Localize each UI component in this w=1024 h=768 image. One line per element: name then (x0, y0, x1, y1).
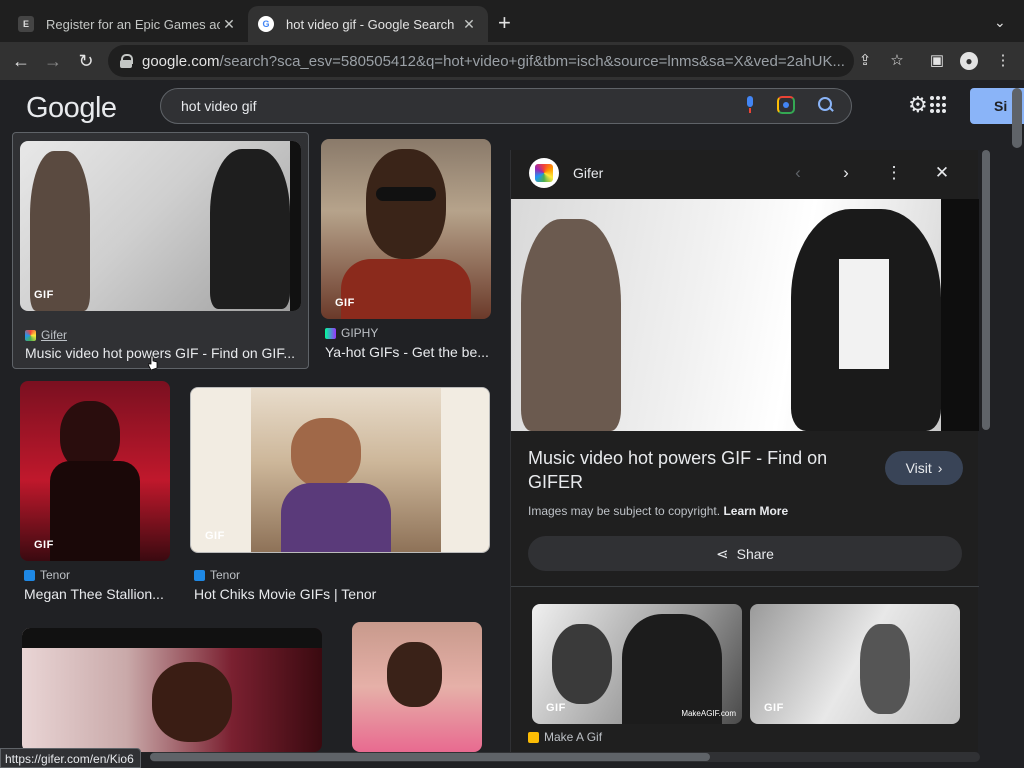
tab-strip: E Register for an Epic Games acc ✕ G hot… (0, 0, 1024, 46)
result-caption[interactable]: Music video hot powers GIF - Find on GIF… (25, 345, 303, 361)
share-button[interactable]: ⋖ Share (528, 536, 962, 571)
share-page-icon[interactable]: ⇪ (856, 52, 874, 70)
preview-title[interactable]: Music video hot powers GIF - Find on GIF… (528, 446, 848, 494)
lock-icon[interactable] (120, 54, 133, 68)
result-caption[interactable]: Megan Thee Stallion... (24, 586, 170, 602)
learn-more-link[interactable]: Learn More (723, 504, 788, 518)
horizontal-scrollbar-thumb[interactable] (150, 753, 710, 761)
visit-button[interactable]: Visit › (885, 451, 963, 485)
close-icon[interactable]: ✕ (932, 163, 952, 183)
google-icon: G (258, 16, 274, 32)
image-results-grid: GIF Gifer Music video hot powers GIF - F… (0, 132, 506, 752)
result-thumbnail[interactable]: GIF (190, 387, 490, 553)
chevron-right-icon: › (937, 460, 943, 476)
result-card-gifer[interactable]: GIF Gifer Music video hot powers GIF - F… (12, 132, 309, 369)
copyright-notice: Images may be subject to copyright. Lear… (528, 504, 789, 518)
related-image[interactable]: GIF MakeAGIF.com (532, 604, 742, 724)
result-thumbnail[interactable] (352, 622, 482, 752)
close-tab-icon[interactable]: ✕ (460, 16, 478, 33)
search-icon[interactable] (817, 96, 835, 114)
hand-cursor-icon (148, 356, 158, 370)
result-source[interactable]: Tenor (194, 568, 240, 582)
search-query: hot video gif (181, 98, 257, 114)
result-thumbnail[interactable]: GIF (20, 141, 301, 311)
panel-header: Gifer ‹ › ⋮ ✕ (511, 150, 979, 199)
settings-gear-icon[interactable]: ⚙ (908, 92, 928, 118)
result-source[interactable]: Tenor (24, 568, 70, 582)
result-caption[interactable]: Hot Chiks Movie GIFs | Tenor (194, 586, 490, 602)
gif-badge: GIF (34, 539, 54, 551)
gif-badge: GIF (34, 289, 54, 301)
related-source[interactable]: Make A Gif (528, 730, 602, 744)
related-image[interactable]: GIF (750, 604, 960, 724)
side-panel-icon[interactable]: ▣ (928, 52, 946, 70)
image-preview-panel: Gifer ‹ › ⋮ ✕ Music video hot powers GIF… (510, 150, 979, 752)
result-card-giphy[interactable]: GIF GIPHY Ya-hot GIFs - Get the be... (320, 138, 492, 363)
result-source[interactable]: GIPHY (325, 326, 378, 340)
gif-badge: GIF (205, 530, 225, 542)
new-tab-button[interactable]: + (498, 12, 511, 34)
tab-search-chevron-icon[interactable]: ⌄ (994, 14, 1006, 31)
google-logo[interactable]: Google (26, 92, 117, 125)
profile-avatar-icon[interactable]: ● (960, 52, 978, 70)
url-path: /search?sca_esv=580505412&q=hot+video+gi… (219, 52, 845, 70)
browser-menu-icon[interactable]: ⋮ (994, 52, 1012, 70)
epic-games-icon: E (18, 16, 34, 32)
page-scrollbar[interactable] (1012, 88, 1022, 148)
panel-scrollbar[interactable] (982, 150, 990, 430)
result-caption[interactable]: Ya-hot GIFs - Get the be... (325, 344, 490, 360)
more-options-icon[interactable]: ⋮ (884, 163, 904, 183)
forward-arrow-icon[interactable]: → (42, 50, 64, 72)
url-domain: google.com (142, 52, 220, 70)
tab-title: Register for an Epic Games acc (46, 16, 220, 32)
share-icon: ⋖ (716, 545, 729, 563)
panel-source-name[interactable]: Gifer (573, 165, 603, 181)
gifer-logo-icon (25, 329, 36, 341)
result-thumbnail[interactable]: GIF (20, 381, 170, 561)
tab-epic-games[interactable]: E Register for an Epic Games acc ✕ (8, 6, 248, 42)
gifer-logo-icon[interactable] (529, 158, 559, 188)
gif-badge: GIF (764, 702, 784, 714)
preview-image[interactable] (511, 199, 979, 431)
gif-badge: GIF (335, 297, 355, 309)
previous-chevron-icon[interactable]: ‹ (788, 163, 808, 183)
bookmark-star-icon[interactable]: ☆ (888, 52, 906, 70)
makeagif-watermark: MakeAGIF.com (681, 709, 736, 718)
result-card-tenor-megan[interactable]: GIF Tenor Megan Thee Stallion... (20, 381, 172, 606)
voice-search-icon[interactable] (745, 96, 755, 114)
google-header: Google hot video gif ⚙ Si (0, 80, 1024, 132)
browser-toolbar: ← → ↻ google.com /search?sca_esv=5805054… (0, 42, 1024, 80)
tenor-logo-icon (194, 569, 205, 581)
back-arrow-icon[interactable]: ← (10, 50, 32, 72)
tab-title: hot video gif - Google Search (286, 16, 455, 32)
makeagif-logo-icon (528, 731, 539, 743)
close-tab-icon[interactable]: ✕ (220, 16, 238, 33)
next-chevron-icon[interactable]: › (836, 163, 856, 183)
tab-google-search[interactable]: G hot video gif - Google Search ✕ (248, 6, 488, 42)
result-thumbnail[interactable]: GIF (321, 139, 491, 319)
google-lens-icon[interactable] (777, 96, 795, 114)
panel-divider (511, 586, 979, 587)
result-thumbnail[interactable] (22, 628, 322, 752)
status-bar-url: https://gifer.com/en/Kio6 (0, 748, 141, 768)
reload-icon[interactable]: ↻ (75, 50, 97, 72)
result-card-tenor-hot-chiks[interactable]: GIF Tenor Hot Chiks Movie GIFs | Tenor (190, 387, 492, 607)
gif-badge: GIF (546, 702, 566, 714)
google-apps-icon[interactable] (930, 96, 948, 114)
address-bar[interactable]: google.com /search?sca_esv=580505412&q=h… (108, 45, 854, 77)
giphy-logo-icon (325, 327, 336, 339)
search-input[interactable]: hot video gif (160, 88, 852, 124)
tenor-logo-icon (24, 569, 35, 581)
result-source[interactable]: Gifer (25, 328, 67, 342)
